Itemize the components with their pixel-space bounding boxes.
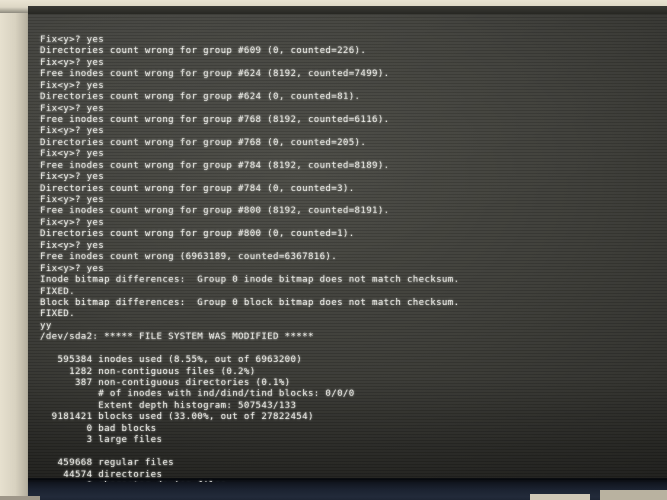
console-line: Fix<y>? yes [40,103,105,114]
console-line: Fix<y>? yes [40,195,105,206]
console-line: Directories count wrong for group #609 (… [40,46,367,57]
console-line: Block bitmap differences: Group 0 block … [40,297,460,308]
desk-surface-right [600,490,667,500]
console-line: Fix<y>? yes [40,217,105,228]
dell-monitor: Fix<y>? yes Directories count wrong for g… [28,6,667,500]
console-line: Directories count wrong for group #624 (… [40,92,361,103]
console-line: Fix<y>? yes [40,126,105,137]
console-line: # of inodes with ind/dind/tind blocks: 0… [40,389,355,400]
console-line: Fix<y>? yes [40,263,105,274]
console-line: 0 character device files [40,481,660,482]
console-line: /dev/sda2: ***** FILE SYSTEM WAS MODIFIE… [40,332,314,343]
console-line: Directories count wrong for group #800 (… [40,229,355,240]
console-line: 9181421 blocks used (33.00%, out of 2782… [40,412,314,423]
console-line: Free inodes count wrong for group #784 (… [40,160,390,171]
console-line: 459668 regular files [40,458,174,469]
console-line: Inode bitmap differences: Group 0 inode … [40,275,460,286]
console-line: 595384 inodes used (8.55%, out of 696320… [40,355,303,366]
console-line: 1282 non-contiguous files (0.2%) [40,366,256,377]
photo-of-monitor: Fix<y>? yes Directories count wrong for g… [0,0,667,500]
console-line: Fix<y>? yes [40,80,105,91]
console-line: Free inodes count wrong (6963189, counte… [40,252,338,263]
console-line: Directories count wrong for group #784 (… [40,183,355,194]
console-line: 3 large files [40,435,163,446]
console-line: Free inodes count wrong for group #800 (… [40,206,390,217]
console-line: Fix<y>? yes [40,149,105,160]
console-line: Fix<y>? yes [40,57,105,68]
console-line: FIXED. [40,286,75,297]
console-line: Directories count wrong for group #768 (… [40,137,367,148]
console-log-lines: Fix<y>? yes Directories count wrong for g… [40,35,660,482]
console-line: Free inodes count wrong for group #624 (… [40,69,390,80]
console-line: Free inodes count wrong for group #768 (… [40,114,390,125]
console-line: 387 non-contiguous directories (0.1%) [40,378,291,389]
console-line: FIXED. [40,309,75,320]
console-output[interactable]: Fix<y>? yes Directories count wrong for g… [40,14,660,482]
monitor-screen: Fix<y>? yes Directories count wrong for g… [28,14,667,482]
console-line: Fix<y>? yes [40,34,105,45]
console-line: Fix<y>? yes [40,172,105,183]
desk-surface-left [0,496,40,500]
console-line: 0 bad blocks [40,423,157,434]
console-line: Extent depth histogram: 507543/133 [40,400,297,411]
console-line: Fix<y>? yes [40,240,105,251]
desk-surface-center [530,494,590,500]
console-line: yy [40,320,52,331]
console-line: 44574 directories [40,469,163,480]
